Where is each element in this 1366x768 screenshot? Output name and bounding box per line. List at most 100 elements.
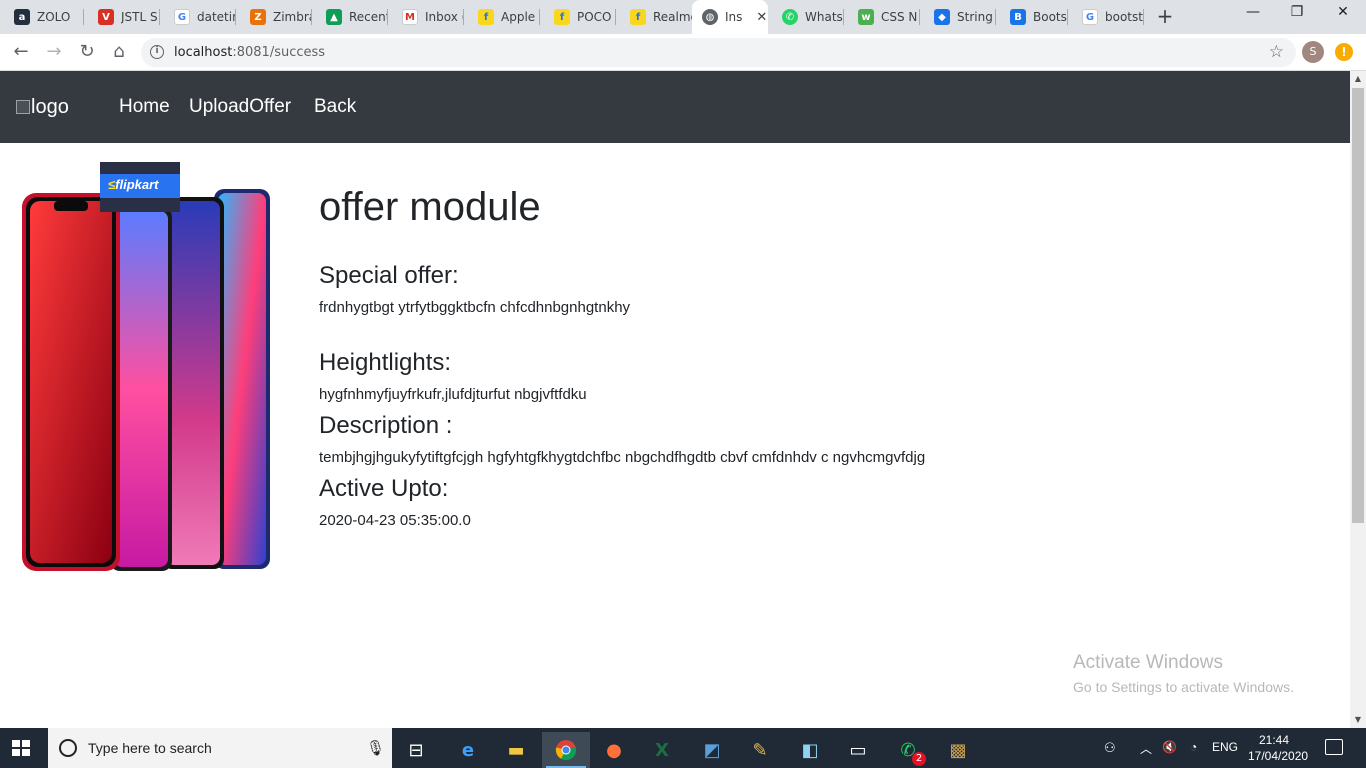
app-icon[interactable]: ◧ bbox=[786, 732, 834, 768]
tab-title: Zimbra bbox=[273, 10, 312, 24]
firefox-icon[interactable]: ● bbox=[590, 732, 638, 768]
chrome-icon[interactable] bbox=[542, 732, 590, 768]
tab-title: Inbox ( bbox=[425, 10, 464, 24]
profile-avatar[interactable]: S bbox=[1302, 41, 1324, 63]
clock-time: 21:44 bbox=[1258, 733, 1290, 747]
w3-icon: w bbox=[858, 9, 874, 25]
file-explorer-icon[interactable]: ▬ bbox=[492, 732, 540, 768]
microphone-icon[interactable]: 🎙 bbox=[366, 739, 385, 757]
chrome-logo-icon bbox=[555, 740, 577, 761]
nav-home-link[interactable]: Home bbox=[119, 96, 170, 118]
excel-icon[interactable]: X bbox=[638, 732, 686, 768]
special-offer-text: frdnhygtbgt ytrfytbggktbcfn chfcdhnbgnhg… bbox=[319, 299, 631, 316]
highlights-heading: Heightlights: bbox=[319, 349, 452, 376]
flipkart-icon: f bbox=[554, 9, 570, 25]
description-text: tembjhgjhgukyfytiftgfcjgh hgfyhtgfkhygtd… bbox=[319, 449, 926, 466]
language-indicator[interactable]: ENG bbox=[1212, 740, 1238, 754]
flipkart-icon: f bbox=[478, 9, 494, 25]
browser-tab[interactable]: Z Zimbra bbox=[236, 0, 312, 34]
browser-tab[interactable]: f Realme bbox=[616, 0, 692, 34]
forward-arrow-icon[interactable]: → bbox=[43, 41, 65, 63]
back-arrow-icon[interactable]: ← bbox=[10, 41, 32, 63]
taskbar-search[interactable]: Type here to search 🎙 bbox=[48, 728, 392, 768]
tab-title: Apple bbox=[501, 10, 536, 24]
update-badge-icon[interactable]: ! bbox=[1335, 43, 1353, 61]
close-window-icon[interactable]: ✕ bbox=[1320, 4, 1366, 20]
google-icon: G bbox=[174, 9, 190, 25]
tray-chevron-icon[interactable]: ︿ bbox=[1140, 740, 1152, 757]
description-heading: Description : bbox=[319, 412, 453, 439]
tab-title: Bootst bbox=[1033, 10, 1068, 24]
wifi-icon[interactable]: ◔ bbox=[1190, 740, 1197, 754]
browser-tab[interactable]: ◆ String bbox=[920, 0, 996, 34]
people-icon[interactable]: ⚇ bbox=[1104, 740, 1116, 756]
scroll-down-icon[interactable]: ▼ bbox=[1350, 712, 1366, 728]
bootstrap-icon: B bbox=[1010, 9, 1026, 25]
cortana-icon bbox=[59, 739, 77, 757]
nav-back-link[interactable]: Back bbox=[314, 96, 356, 118]
tab-title: Ins bbox=[725, 10, 743, 24]
highlights-text: hygfnhmyfjuyfrkufr,jlufdjturfut nbgjvftf… bbox=[319, 386, 587, 403]
browser-tab[interactable]: M Inbox ( bbox=[388, 0, 464, 34]
windows-start-icon[interactable] bbox=[12, 740, 30, 756]
volume-muted-icon[interactable]: 🔇 bbox=[1162, 740, 1177, 754]
browser-tab[interactable]: f Apple bbox=[464, 0, 540, 34]
phones-product-image bbox=[22, 189, 270, 571]
browser-tab[interactable]: ✆ Whats bbox=[768, 0, 844, 34]
tab-title: Whats bbox=[805, 10, 843, 24]
restore-icon[interactable]: ❐ bbox=[1274, 4, 1320, 20]
tab-title: datetin bbox=[197, 10, 236, 24]
browser-tab[interactable]: G datetin bbox=[160, 0, 236, 34]
page-scrollbar[interactable]: ▲ ▼ bbox=[1350, 71, 1366, 728]
special-offer-heading: Special offer: bbox=[319, 262, 459, 289]
browser-tab[interactable]: ▲ Recent bbox=[312, 0, 388, 34]
browser-tab[interactable]: G bootst bbox=[1068, 0, 1144, 34]
browser-tab-active[interactable]: ◍ Ins ✕ bbox=[692, 0, 768, 34]
flipkart-banner: ≤flipkart bbox=[100, 162, 180, 212]
close-tab-icon[interactable]: ✕ bbox=[756, 10, 767, 25]
browser-tab[interactable]: w CSS N bbox=[844, 0, 920, 34]
gmail-icon: M bbox=[402, 9, 418, 25]
zimbra-icon: Z bbox=[250, 9, 266, 25]
paint-icon[interactable]: ✎ bbox=[736, 732, 784, 768]
browser-tab[interactable]: f POCO bbox=[540, 0, 616, 34]
flipkart-banner-text: flipkart bbox=[115, 177, 159, 192]
home-icon[interactable]: ⌂ bbox=[108, 41, 130, 63]
url-text[interactable]: localhost:8081/success bbox=[174, 45, 325, 60]
amazon-icon: a bbox=[14, 9, 30, 25]
tab-title: ZOLO bbox=[37, 10, 71, 24]
scroll-thumb[interactable] bbox=[1352, 88, 1364, 523]
google-icon: G bbox=[1082, 9, 1098, 25]
browser-tab[interactable]: a ZOLO bbox=[0, 0, 84, 34]
minimize-icon[interactable]: — bbox=[1230, 4, 1276, 20]
browser-tab[interactable]: V JSTL S bbox=[84, 0, 160, 34]
broken-image-icon bbox=[16, 100, 30, 114]
tab-title: JSTL S bbox=[121, 10, 158, 24]
terminal-icon[interactable]: ▭ bbox=[834, 732, 882, 768]
active-upto-heading: Active Upto: bbox=[319, 475, 449, 502]
bookmark-star-icon[interactable]: ☆ bbox=[1269, 42, 1284, 62]
new-tab-icon[interactable]: + bbox=[1155, 6, 1175, 26]
game-icon[interactable]: ▩ bbox=[934, 732, 982, 768]
edge-icon[interactable]: e bbox=[444, 732, 492, 768]
whatsapp-taskbar-icon[interactable]: ✆ 2 bbox=[884, 732, 932, 768]
info-icon[interactable]: i bbox=[150, 45, 164, 59]
nav-upload-offer-link[interactable]: UploadOffer bbox=[189, 96, 291, 118]
reload-icon[interactable]: ↻ bbox=[76, 41, 98, 63]
logo-image[interactable]: logo bbox=[16, 96, 69, 119]
tab-title: String bbox=[957, 10, 993, 24]
watermark-title: Activate Windows bbox=[1073, 652, 1223, 673]
drive-icon: ▲ bbox=[326, 9, 342, 25]
scroll-up-icon[interactable]: ▲ bbox=[1350, 71, 1366, 87]
action-center-icon[interactable] bbox=[1325, 739, 1343, 755]
mysql-workbench-icon[interactable]: ◩ bbox=[688, 732, 736, 768]
taskbar-clock[interactable]: 21:44 17/04/2020 bbox=[1248, 732, 1308, 764]
tab-title: Recent bbox=[349, 10, 388, 24]
address-bar[interactable]: i localhost:8081/success ☆ bbox=[141, 38, 1296, 67]
browser-tab[interactable]: B Bootst bbox=[996, 0, 1068, 34]
globe-icon: ◍ bbox=[702, 9, 718, 25]
task-view-icon[interactable]: ⊟ bbox=[392, 732, 440, 768]
tab-title: bootst bbox=[1105, 10, 1143, 24]
windows-taskbar: Type here to search 🎙 ⊟ e ▬ ● X ◩ ✎ ◧ ▭ … bbox=[0, 728, 1366, 768]
mortarboard-icon: ◆ bbox=[934, 9, 950, 25]
